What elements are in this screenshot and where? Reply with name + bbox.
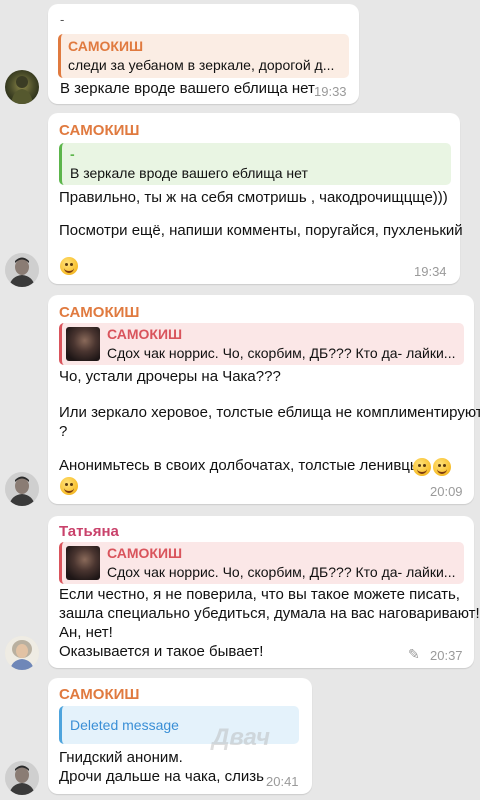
rolling-laughing-emoji — [60, 477, 78, 495]
message-text: Или зеркало херовое, толстые еблища не к… — [59, 404, 480, 421]
message-bubble[interactable]: - САМОКИШ следи за уебаном в зеркале, до… — [48, 4, 359, 104]
reply-quote[interactable]: САМОКИШ Сдох чак норрис. Чо, скорбим, ДБ… — [59, 323, 464, 365]
reply-text: следи за уебаном в зеркале, дорогой д... — [68, 57, 335, 73]
message-text: Анонимьтесь в своих долбочатах, толстые … — [59, 457, 421, 474]
man-avatar-icon — [5, 253, 39, 287]
message-bubble[interactable]: Татьяна САМОКИШ Сдох чак норрис. Чо, ско… — [48, 516, 480, 668]
message-time: 19:33 — [314, 84, 347, 99]
message-time: 19:34 — [414, 264, 447, 279]
reply-sender-name: САМОКИШ — [107, 326, 183, 342]
message-text: Чо, устали дрочеры на Чака??? — [59, 368, 281, 385]
sender-name[interactable]: Татьяна — [59, 522, 119, 542]
message-text: ? — [59, 423, 68, 440]
reply-thumbnail — [66, 327, 100, 361]
message-time: 20:37 — [430, 648, 463, 663]
message-text: - — [60, 12, 65, 27]
reply-text: Сдох чак норрис. Чо, скорбим, ДБ??? Кто … — [107, 345, 456, 361]
avatar[interactable] — [5, 761, 39, 795]
message-text: Оказывается и такое бывает! — [59, 643, 264, 660]
watermark: Двач — [212, 724, 270, 751]
message-text: В зеркале вроде вашего еблища нет — [60, 80, 315, 97]
reply-quote[interactable]: САМОКИШ следи за уебаном в зеркале, доро… — [58, 34, 349, 78]
sender-name[interactable]: САМОКИШ — [59, 685, 139, 705]
rolling-laughing-emoji — [433, 458, 451, 476]
message-time: 20:09 — [430, 484, 463, 499]
message-text: Правильно, ты ж на себя смотришь , чакод… — [59, 189, 448, 206]
rolling-laughing-emoji — [413, 458, 431, 476]
message-text: Гнидский аноним. — [59, 749, 183, 766]
reply-sender-name: САМОКИШ — [107, 545, 183, 561]
message-bubble[interactable]: САМОКИШ САМОКИШ Сдох чак норрис. Чо, ско… — [48, 295, 480, 504]
man-avatar-icon — [5, 472, 39, 506]
sender-name[interactable]: САМОКИШ — [59, 121, 139, 141]
avatar[interactable] — [5, 253, 39, 287]
reply-sender-name: САМОКИШ — [68, 38, 144, 54]
avatar[interactable] — [5, 472, 39, 506]
man-avatar-icon — [5, 761, 39, 795]
military-avatar-icon — [11, 76, 33, 104]
avatar[interactable] — [5, 636, 39, 670]
message-text: Если честно, я не поверила, что вы такое… — [59, 586, 460, 603]
message-text: зашла специально убедиться, думала на ва… — [59, 605, 480, 622]
message-time: 20:41 — [266, 774, 299, 789]
message-text: Посмотри ещё, напиши комменты, поругайся… — [59, 222, 463, 239]
reply-quote[interactable]: - В зеркале вроде вашего еблища нет — [59, 143, 451, 185]
message-bubble[interactable]: САМОКИШ Deleted message Гнидский аноним.… — [48, 678, 312, 794]
reply-thumbnail — [66, 546, 100, 580]
avatar[interactable] — [5, 70, 39, 104]
reply-text: В зеркале вроде вашего еблища нет — [70, 165, 308, 181]
smiling-emoji — [60, 257, 78, 275]
message-text: Дрочи дальше на чака, слизь — [59, 768, 264, 785]
sender-name[interactable]: САМОКИШ — [59, 303, 139, 323]
message-bubble[interactable]: САМОКИШ - В зеркале вроде вашего еблища … — [48, 113, 463, 284]
reply-quote[interactable]: САМОКИШ Сдох чак норрис. Чо, скорбим, ДБ… — [59, 542, 464, 584]
reply-sender-name: - — [70, 146, 75, 162]
message-text: Ан, нет! — [59, 624, 113, 641]
reply-text: Сдох чак норрис. Чо, скорбим, ДБ??? Кто … — [107, 564, 456, 580]
woman-avatar-icon — [5, 636, 39, 670]
pencil-icon: ✎ — [408, 646, 420, 662]
